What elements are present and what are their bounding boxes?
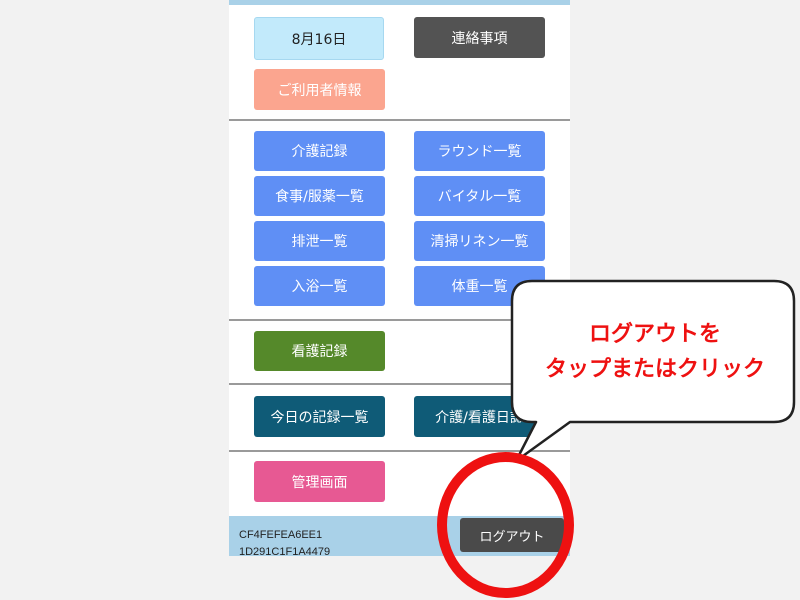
callout-line2: タップまたはクリック: [544, 356, 765, 382]
callout-bubble: [510, 279, 796, 463]
callout-line1: ログアウトを: [588, 321, 721, 347]
